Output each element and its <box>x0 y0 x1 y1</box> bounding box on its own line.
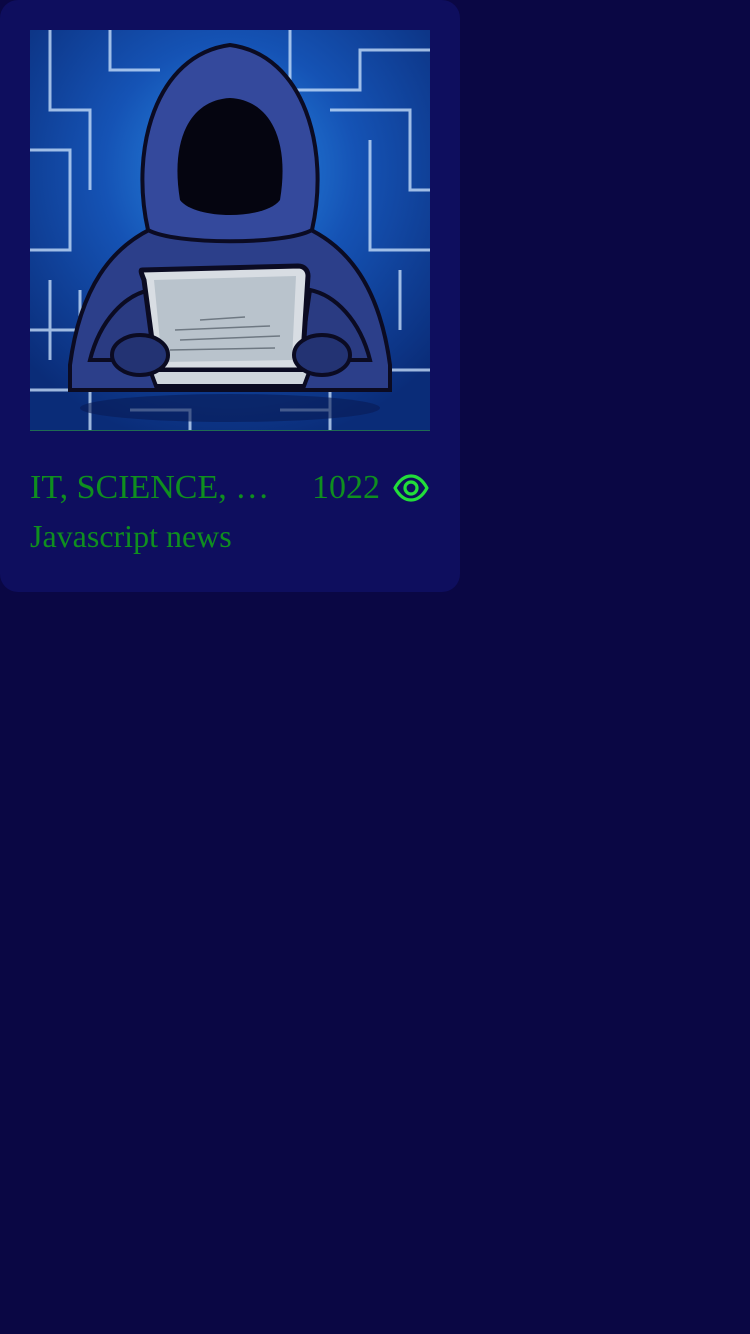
hacker-illustration <box>30 30 430 430</box>
news-card-meta: IT, SCIENCE, PROGRAMMING 1022 <box>30 466 430 510</box>
news-card[interactable]: IT, SCIENCE, PROGRAMMING 1022 Javascript… <box>0 0 460 592</box>
view-counter: 1022 <box>312 466 430 510</box>
view-count: 1022 <box>312 469 380 506</box>
news-card-image[interactable] <box>30 30 430 431</box>
news-card-title[interactable]: Javascript news <box>30 514 232 558</box>
eye-icon <box>393 474 429 502</box>
news-card-category[interactable]: IT, SCIENCE, PROGRAMMING <box>30 466 275 510</box>
